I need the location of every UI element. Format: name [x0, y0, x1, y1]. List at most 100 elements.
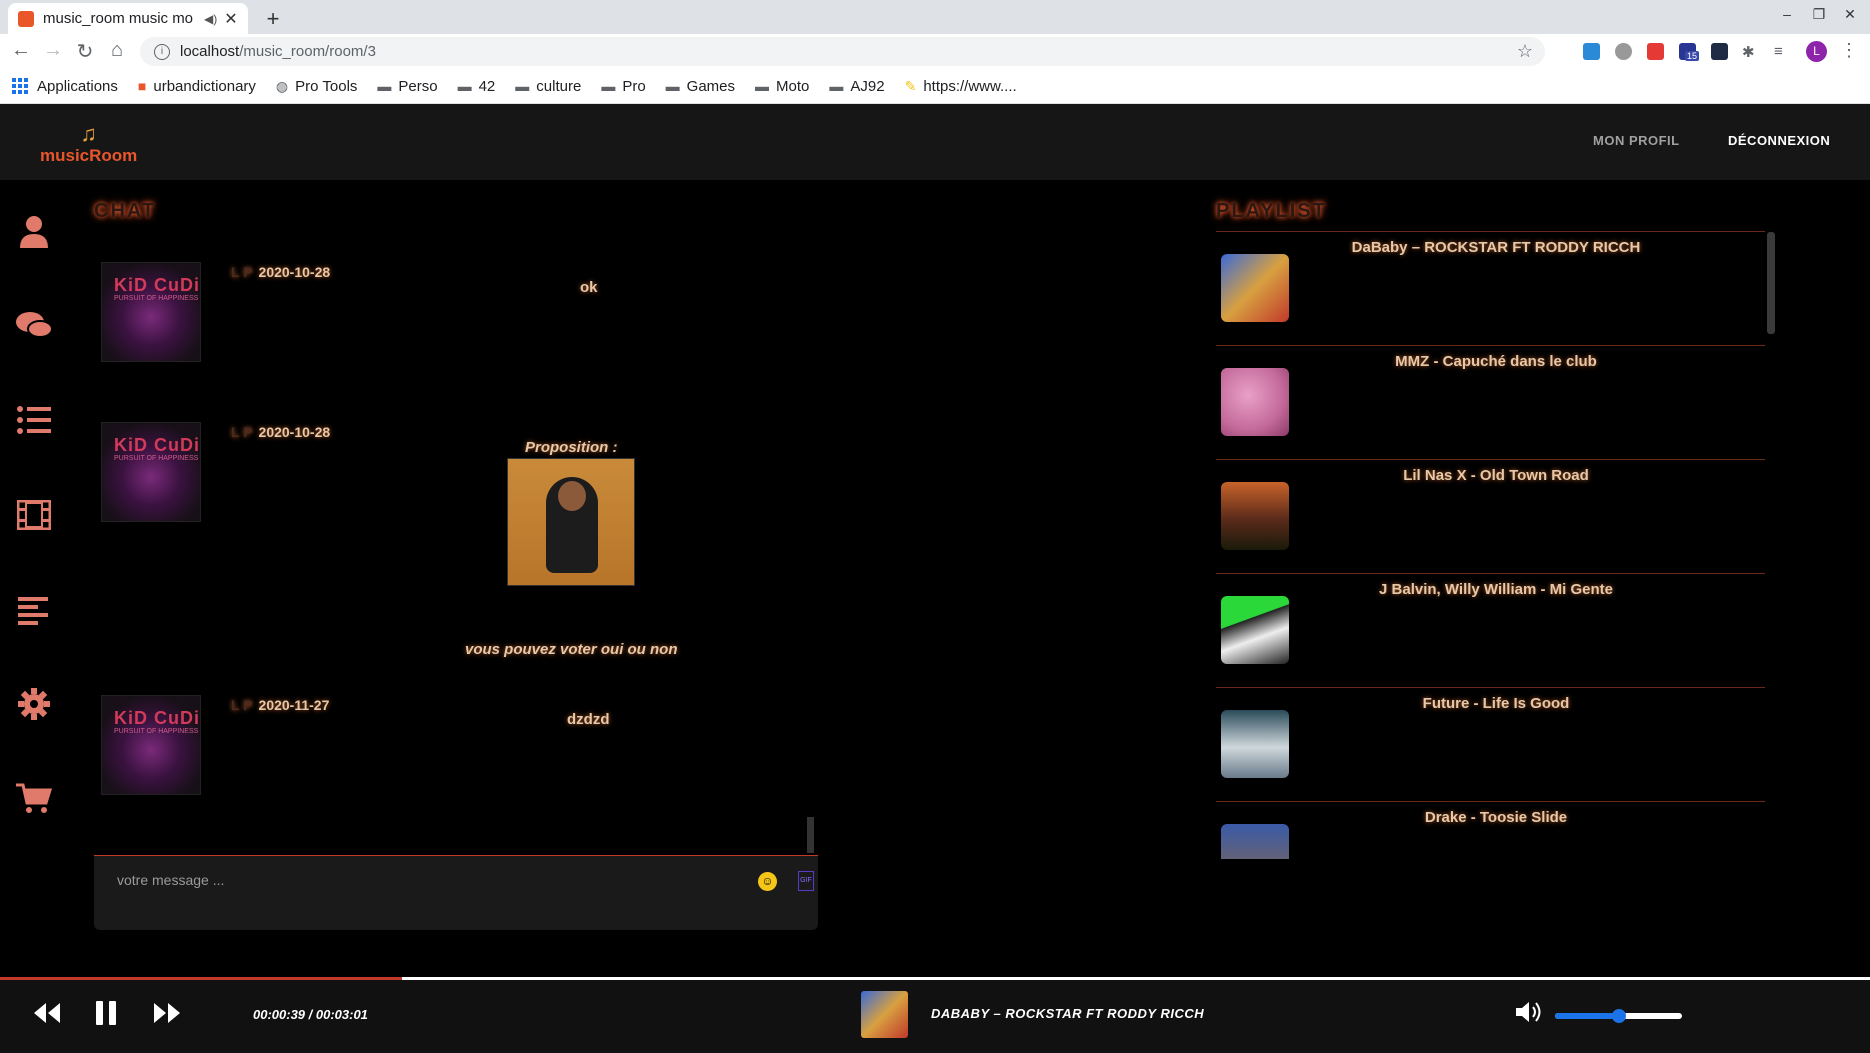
- playlist-item[interactable]: J Balvin, Willy William - Mi Gente: [1216, 573, 1765, 687]
- close-window-icon[interactable]: ✕: [1840, 6, 1860, 23]
- new-tab-button[interactable]: +: [262, 6, 284, 32]
- profile-avatar[interactable]: L: [1806, 41, 1827, 62]
- avatar: KiD CuDi PURSUIT OF HAPPINESS: [101, 695, 201, 795]
- bookmark-folder[interactable]: ▬ Pro: [601, 78, 645, 95]
- next-track-icon[interactable]: [151, 1000, 183, 1032]
- track-title: Lil Nas X - Old Town Road: [1403, 467, 1589, 484]
- bookmark-folder[interactable]: ▬ 42: [458, 78, 496, 95]
- extension-badge: 15: [1685, 51, 1700, 61]
- adblock-extension-icon[interactable]: [1615, 43, 1632, 60]
- folder-icon: ▬: [665, 78, 680, 94]
- app-logo[interactable]: ♫ musicRoom: [40, 123, 138, 165]
- pen-icon: ✎: [904, 77, 917, 94]
- playlist-item[interactable]: DaBaby – ROCKSTAR FT RODDY RICCH: [1216, 231, 1765, 345]
- message-input[interactable]: votre message ... ☺ GIF: [94, 855, 818, 930]
- browser-tab[interactable]: music_room music mo ◀) ✕: [8, 3, 248, 34]
- bookmark-item[interactable]: ◍ Pro Tools: [276, 78, 357, 95]
- volume-slider[interactable]: [1555, 1009, 1682, 1023]
- bookmark-item[interactable]: Applications: [12, 78, 118, 95]
- forward-icon[interactable]: →: [41, 39, 65, 62]
- list-icon[interactable]: [15, 405, 53, 443]
- previous-track-icon[interactable]: [31, 1000, 63, 1032]
- gear-icon[interactable]: [15, 688, 53, 726]
- url-host: localhost: [180, 43, 240, 60]
- media-control-icon[interactable]: ≡: [1774, 43, 1791, 60]
- browser-toolbar: ← → ↻ ⌂ i localhost/music_room/room/3 ☆ …: [0, 34, 1870, 69]
- vote-text: vous pouvez voter oui ou non: [465, 641, 678, 658]
- puzzle-extensions-icon[interactable]: ✱: [1742, 43, 1759, 61]
- align-left-icon[interactable]: [15, 595, 53, 633]
- folder-icon: ▬: [457, 78, 472, 94]
- bookmark-folder[interactable]: ▬ culture: [515, 78, 581, 95]
- nav-deconnexion[interactable]: DÉCONNEXION: [1728, 133, 1830, 148]
- volume-knob[interactable]: [1611, 1009, 1626, 1023]
- tab-close-button[interactable]: ✕: [224, 9, 238, 29]
- bookmark-item[interactable]: ■ urbandictionary: [138, 78, 256, 95]
- track-thumbnail: [1221, 482, 1289, 550]
- proposal-album-cover[interactable]: [507, 458, 635, 586]
- restore-window-icon[interactable]: ❐: [1809, 6, 1829, 23]
- message-initials: L P: [231, 697, 253, 713]
- track-title: MMZ - Capuché dans le club: [1395, 353, 1597, 370]
- bookmark-item[interactable]: ✎ https://www....: [905, 78, 1017, 95]
- chat-scrollbar[interactable]: [807, 817, 814, 853]
- playlist-item[interactable]: Future - Life Is Good: [1216, 687, 1765, 801]
- site-info-icon[interactable]: i: [154, 43, 170, 60]
- extension-icon[interactable]: [1711, 43, 1728, 60]
- progress-fill: [0, 977, 403, 980]
- bookmark-folder[interactable]: ▬ Moto: [755, 78, 809, 95]
- back-icon[interactable]: ←: [9, 39, 33, 62]
- now-playing-title: DABABY – ROCKSTAR FT RODDY RICCH: [931, 1006, 1205, 1021]
- extension-icon[interactable]: [1583, 43, 1600, 60]
- track-thumbnail: [1221, 824, 1289, 859]
- track-title: Drake - Toosie Slide: [1424, 809, 1568, 826]
- album-cover-text: KiD CuDi: [114, 275, 200, 295]
- track-thumbnail: [1221, 254, 1289, 322]
- playlist-item[interactable]: MMZ - Capuché dans le club: [1216, 345, 1765, 459]
- extension-icon[interactable]: [1647, 43, 1664, 60]
- message-meta: L P 2020-10-28: [231, 424, 330, 440]
- message-text: dzdzd: [567, 711, 610, 728]
- bookmark-folder[interactable]: ▬ AJ92: [829, 78, 884, 95]
- album-cover-text: KiD CuDi: [114, 435, 200, 455]
- film-icon[interactable]: [15, 499, 53, 538]
- bookmark-star-icon[interactable]: ☆: [1517, 41, 1533, 62]
- chat-icon[interactable]: [15, 310, 53, 348]
- track-title: J Balvin, Willy William - Mi Gente: [1379, 581, 1613, 598]
- site-favicon-icon: [18, 10, 34, 27]
- minimize-window-icon[interactable]: –: [1777, 6, 1797, 22]
- nav-mon-profil[interactable]: MON PROFIL: [1593, 133, 1680, 148]
- folder-icon: ▬: [755, 78, 770, 94]
- home-icon[interactable]: ⌂: [105, 39, 129, 62]
- logo-text: musicRoom: [40, 146, 138, 165]
- playlist-item[interactable]: Drake - Toosie Slide: [1216, 801, 1765, 859]
- cart-icon[interactable]: [15, 783, 53, 821]
- track-thumbnail: [1221, 596, 1289, 664]
- emoji-icon[interactable]: ☺: [758, 872, 777, 891]
- folder-icon: ▬: [515, 78, 530, 94]
- volume-fill: [1555, 1013, 1619, 1019]
- urbandictionary-icon: ■: [137, 78, 147, 94]
- gif-icon[interactable]: GIF: [798, 871, 814, 891]
- message-meta: L P 2020-10-28: [231, 264, 330, 280]
- pause-icon[interactable]: [90, 1000, 122, 1032]
- address-bar[interactable]: i localhost/music_room/room/3 ☆: [140, 37, 1545, 66]
- tab-audio-icon[interactable]: ◀): [204, 12, 218, 26]
- volume-icon[interactable]: [1515, 1000, 1545, 1031]
- playlist-list[interactable]: DaBaby – ROCKSTAR FT RODDY RICCH MMZ - C…: [1216, 231, 1773, 859]
- message-meta: L P 2020-11-27: [231, 697, 329, 713]
- extension-icon[interactable]: 15: [1679, 43, 1700, 61]
- reload-icon[interactable]: ↻: [73, 39, 97, 64]
- avatar: KiD CuDi PURSUIT OF HAPPINESS: [101, 262, 201, 362]
- playlist-item[interactable]: Lil Nas X - Old Town Road: [1216, 459, 1765, 573]
- message-input-placeholder: votre message ...: [117, 872, 225, 888]
- user-icon[interactable]: [15, 214, 53, 252]
- tab-title: music_room music mo: [43, 10, 194, 27]
- bookmark-folder[interactable]: ▬ Perso: [377, 78, 437, 95]
- chat-title: CHAT: [94, 200, 157, 222]
- browser-menu-icon[interactable]: ⋮: [1840, 40, 1858, 61]
- playback-time: 00:00:39 / 00:03:01: [253, 1007, 368, 1022]
- playlist-scrollbar[interactable]: [1767, 232, 1775, 334]
- bookmark-folder[interactable]: ▬ Games: [666, 78, 735, 95]
- track-thumbnail: [1221, 368, 1289, 436]
